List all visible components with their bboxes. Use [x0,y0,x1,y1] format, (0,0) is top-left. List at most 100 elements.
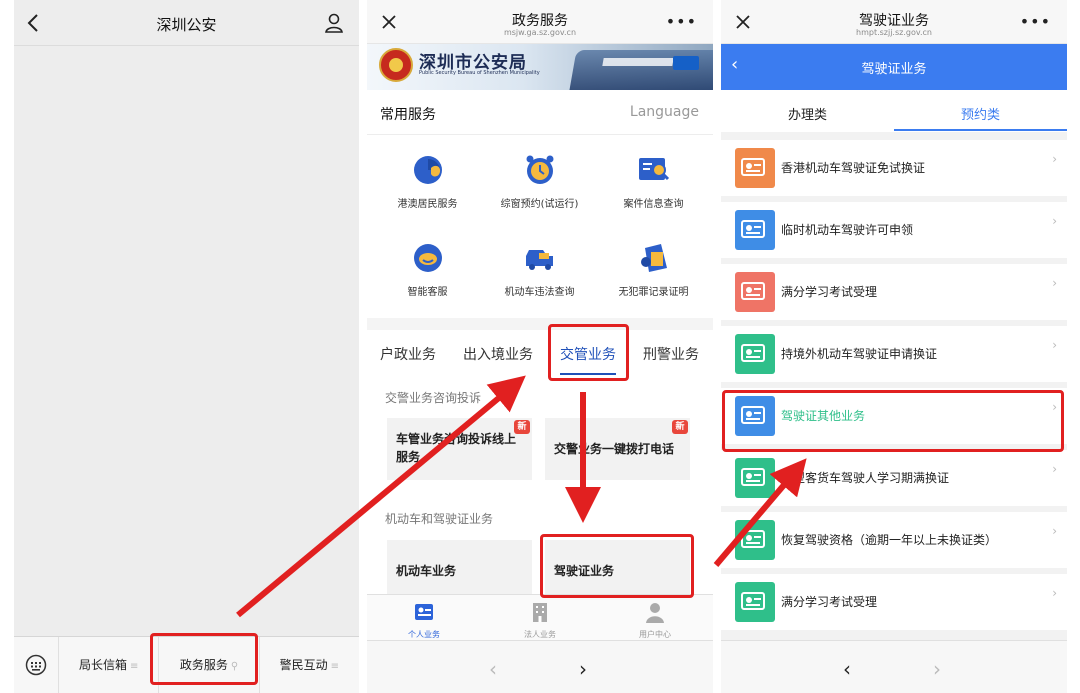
bottom-navigation: 个人业务 法人业务 用户中心 [367,594,713,640]
keyboard-icon[interactable] [14,654,58,676]
forward-chevron-icon[interactable]: › [579,657,587,681]
alarm-clock-icon [521,150,559,188]
common-services-card: 常用服务 Language 港澳居民服务 综窗预约(试运行) 案件信息查询 智能… [367,90,713,318]
service-case-info[interactable]: 案件信息查询 [596,150,711,210]
service-icon [735,334,775,374]
back-chevron-icon[interactable]: ‹ [489,657,497,681]
user-icon [646,603,664,623]
business-tabs: 户政业务 出入境业务 交管业务 刑警业务 [367,330,713,380]
more-icon[interactable]: ••• [666,14,697,30]
tab-appointment[interactable]: 预约类 [894,104,1067,123]
service-label: 持境外机动车驾驶证申请换证 [781,347,938,361]
top-bar: 深圳公安 [14,0,359,46]
tile-consult-complaint[interactable]: 车管业务咨询投诉线上服务 新 [387,418,532,480]
tab-household[interactable]: 户政业务 [380,344,436,364]
car-violation-icon [521,238,559,276]
service-icon [735,458,775,498]
service-label: 无犯罪记录证明 [618,287,689,298]
service-hk-macau[interactable]: 港澳居民服务 [370,150,485,210]
tile-label: 车管业务咨询投诉线上服务 [396,432,517,464]
tab-exit-entry[interactable]: 出入境业务 [463,344,533,364]
service-icon [735,148,775,188]
profile-icon[interactable] [323,12,345,34]
forward-chevron-icon[interactable]: › [933,657,941,681]
service-label: 案件信息查询 [623,199,684,210]
highlight-traffic-tab [548,324,629,381]
active-tab-indicator [894,129,1067,131]
service-row[interactable]: 满分学习考试受理 › [721,264,1067,320]
service-label: 满分学习考试受理 [781,285,878,299]
chevron-right-icon: › [1052,524,1057,538]
highlight-license-tile [540,534,694,598]
car-stripe [602,58,674,66]
nav-corporate[interactable]: 法人业务 [490,601,590,640]
more-icon[interactable]: ••• [1020,14,1051,30]
account-title: 深圳公安 [156,16,217,34]
browser-footer: ‹ › [721,640,1067,693]
service-label: 智能客服 [407,287,448,298]
service-smart-support[interactable]: 智能客服 [370,238,485,298]
webview-header: 驾驶证业务 hmpt.szjj.sz.gov.cn ••• [721,0,1067,44]
bureau-name-en: Public Security Bureau of Shenzhen Munic… [419,70,540,76]
service-no-crime-cert[interactable]: 无犯罪记录证明 [596,238,711,298]
service-icon [735,272,775,312]
language-link[interactable]: Language [630,104,699,120]
nav-label: 法人业务 [524,630,556,639]
license-plate-graphic [673,56,699,70]
service-row[interactable]: 临时机动车驾驶许可申领 › [721,202,1067,258]
service-row[interactable]: 持境外机动车驾驶证申请换证 › [721,326,1067,382]
section-title: 常用服务 [380,107,436,123]
highlight-license-other [722,390,1064,452]
service-icon [735,210,775,250]
divider [367,134,713,135]
nav-user-center[interactable]: 用户中心 [605,601,705,640]
tile-vehicle-business[interactable]: 机动车业务 [387,540,532,594]
driver-license-screen: 驾驶证业务 hmpt.szjj.sz.gov.cn ••• ‹ 驾驶证业务 办理… [721,0,1067,693]
hk-macau-resident-icon [409,150,447,188]
service-vehicle-violation[interactable]: 机动车违法查询 [482,238,597,298]
service-label: 综窗预约(试运行) [500,199,579,210]
highlight-gov-services [150,633,258,685]
tab-criminal[interactable]: 刑警业务 [643,344,699,364]
police-emblem-icon [379,48,413,82]
bureau-banner: 深圳市公安局 Public Security Bureau of Shenzhe… [367,44,713,90]
case-search-icon [635,150,673,188]
menu-lines-icon: ≡ [330,660,340,672]
browser-footer: ‹ › [367,640,713,693]
back-chevron-icon[interactable]: ‹ [843,657,851,681]
wechat-official-account-screen: 深圳公安 局长信箱 ≡ 政务服务 ⚲ 警民互动 ≡ [14,0,359,693]
service-label: 中型客货车驾驶人学习期满换证 [781,471,950,485]
service-row[interactable]: 中型客货车驾驶人学习期满换证 › [721,450,1067,506]
service-label: 恢复驾驶资格（逾期一年以上未换证类） [781,533,998,547]
chevron-right-icon: › [1052,462,1057,476]
page-title: 政务服务 [512,13,568,29]
chevron-right-icon: › [1052,338,1057,352]
chevron-right-icon: › [1052,276,1057,290]
menu-director-mailbox[interactable]: 局长信箱 ≡ [58,636,158,693]
page-url: msjw.ga.sz.gov.cn [503,28,577,37]
service-label: 满分学习考试受理 [781,595,878,609]
category-tabs: 办理类 预约类 [721,90,1067,132]
service-label: 机动车违法查询 [504,287,575,298]
menu-label: 警民互动 [279,657,328,672]
new-badge: 新 [514,420,530,434]
service-row[interactable]: 恢复驾驶资格（逾期一年以上未换证类） › [721,512,1067,568]
service-row[interactable]: 满分学习考试受理 › [721,574,1067,630]
page-title: 驾驶证业务 [859,13,929,29]
tile-label: 机动车业务 [396,564,457,578]
title-bar: ‹ 驾驶证业务 [721,44,1067,90]
service-icon [735,520,775,560]
page-url: hmpt.szjj.sz.gov.cn [856,28,932,37]
tile-one-tap-call[interactable]: 交警业务一键拨打电话 新 [545,418,690,480]
service-label: 港澳居民服务 [397,199,458,210]
certificate-icon [635,238,673,276]
service-row[interactable]: 香港机动车驾驶证免试换证 › [721,140,1067,196]
new-badge: 新 [672,420,688,434]
tab-handling[interactable]: 办理类 [721,104,894,123]
nav-label: 用户中心 [639,630,671,639]
nav-personal[interactable]: 个人业务 [374,601,474,640]
webview-header: 政务服务 msjw.ga.sz.gov.cn ••• [367,0,713,44]
group-title-vehicle-license: 机动车和驾驶证业务 [385,512,494,526]
menu-police-interaction[interactable]: 警民互动 ≡ [258,636,359,693]
service-window-booking[interactable]: 综窗预约(试运行) [482,150,597,210]
